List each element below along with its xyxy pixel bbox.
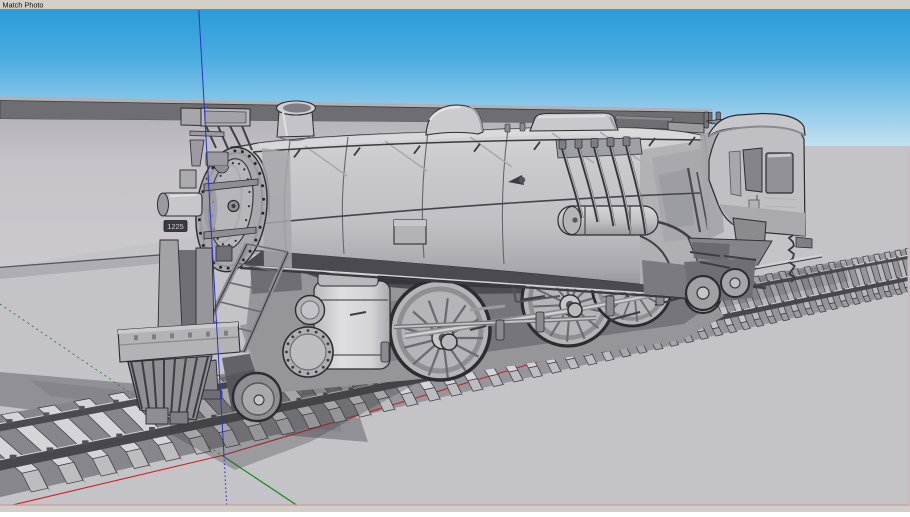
svg-text:Match Photo: Match Photo xyxy=(3,0,44,9)
svg-text:1225: 1225 xyxy=(167,222,184,231)
